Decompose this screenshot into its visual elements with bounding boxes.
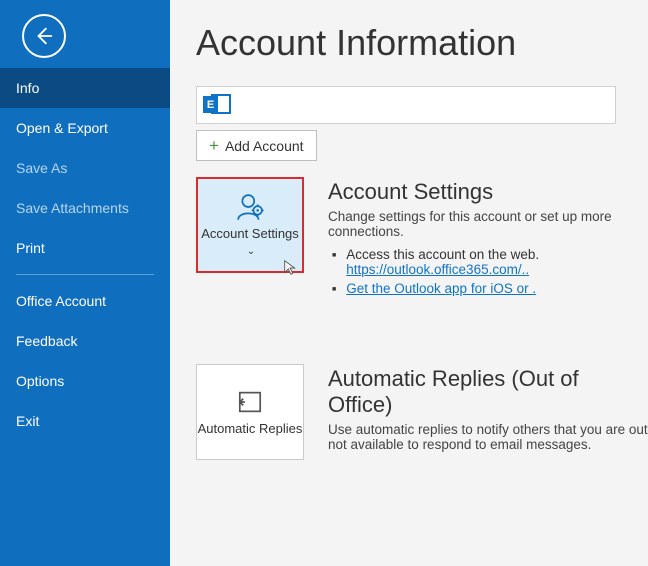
nav-item-info[interactable]: Info (0, 68, 170, 108)
account-settings-tile[interactable]: Account Settings⌄ (196, 177, 304, 273)
account-settings-heading: Account Settings (328, 179, 648, 205)
auto-reply-icon (233, 387, 267, 417)
bullet-web-access: Access this account on the web. https://… (332, 247, 648, 277)
mobile-app-link[interactable]: Get the Outlook app for iOS or . (346, 281, 536, 296)
nav-item-office-account[interactable]: Office Account (0, 281, 170, 321)
owa-link[interactable]: https://outlook.office365.com/.. (346, 262, 529, 277)
nav-item-open-export[interactable]: Open & Export (0, 108, 170, 148)
account-selector[interactable]: E (196, 86, 616, 124)
automatic-replies-tile-label: Automatic Replies (198, 421, 303, 437)
backstage-content: Account Information E + Add Account (170, 0, 648, 566)
account-settings-section: Account Settings⌄ Account Settings Chang… (196, 177, 648, 300)
page-title: Account Information (196, 22, 648, 64)
automatic-replies-section: Automatic Replies Automatic Replies (Out… (196, 364, 648, 460)
add-account-label: Add Account (225, 138, 304, 154)
arrow-left-icon (33, 25, 55, 47)
back-button[interactable] (22, 14, 66, 58)
nav-item-save-as: Save As (0, 148, 170, 188)
automatic-replies-tile[interactable]: Automatic Replies (196, 364, 304, 460)
plus-icon: + (209, 137, 219, 154)
account-settings-desc: Change settings for this account or set … (328, 209, 648, 239)
nav-item-print[interactable]: Print (0, 228, 170, 268)
add-account-button[interactable]: + Add Account (196, 130, 317, 161)
backstage-sidebar: Info Open & Export Save As Save Attachme… (0, 0, 170, 566)
automatic-replies-desc: Use automatic replies to notify others t… (328, 422, 648, 452)
sidebar-divider (16, 274, 154, 275)
person-gear-icon (233, 192, 267, 222)
nav-item-options[interactable]: Options (0, 361, 170, 401)
account-settings-tile-label: Account Settings⌄ (198, 226, 302, 258)
nav-item-save-attachments: Save Attachments (0, 188, 170, 228)
nav-item-feedback[interactable]: Feedback (0, 321, 170, 361)
exchange-icon: E (203, 91, 231, 119)
backstage-view: Info Open & Export Save As Save Attachme… (0, 0, 648, 566)
nav-item-exit[interactable]: Exit (0, 401, 170, 441)
automatic-replies-heading: Automatic Replies (Out of Office) (328, 366, 648, 418)
bullet-mobile-app: Get the Outlook app for iOS or . (332, 281, 648, 296)
chevron-down-icon: ⌄ (247, 246, 255, 258)
